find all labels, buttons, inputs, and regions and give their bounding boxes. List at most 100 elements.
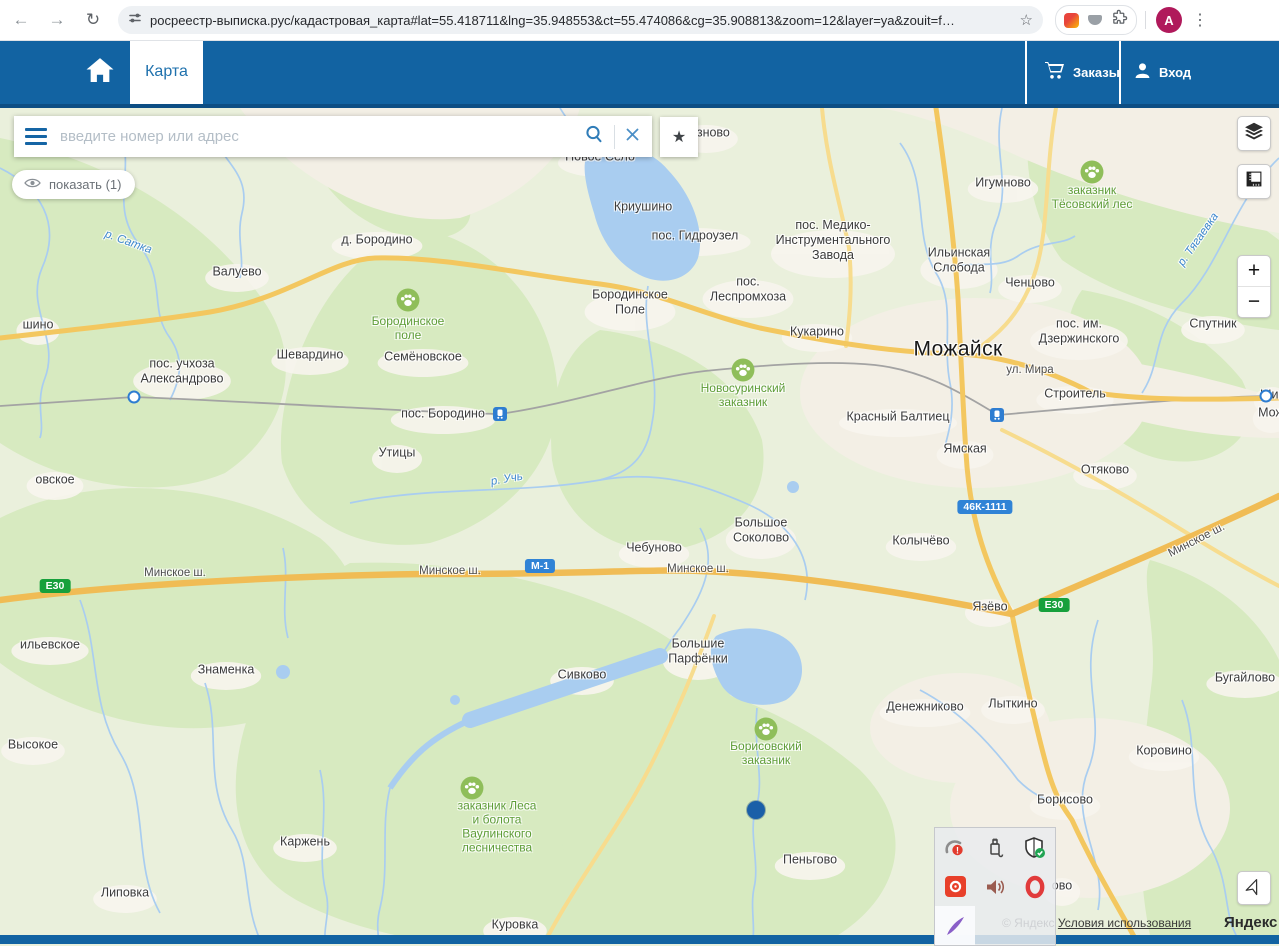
login-button[interactable]: Вход: [1134, 40, 1191, 104]
locate-button[interactable]: [1237, 871, 1271, 905]
header-separator: [1119, 40, 1121, 104]
map-label: ильевское: [20, 638, 80, 653]
search-icon[interactable]: [584, 124, 604, 149]
zoom-in-button[interactable]: +: [1238, 256, 1270, 286]
extensions-puzzle-icon[interactable]: [1111, 9, 1128, 31]
screen-record-icon[interactable]: [935, 867, 975, 906]
map-label: Валуево: [212, 265, 261, 280]
map-label: Ченцово: [1005, 276, 1055, 291]
volume-icon[interactable]: [975, 867, 1015, 906]
site-info-icon[interactable]: [128, 11, 142, 30]
profile-avatar[interactable]: A: [1156, 7, 1182, 33]
nature-reserve-paw-icon: [396, 288, 421, 313]
map-label: Колычёво: [892, 534, 949, 549]
map-label: пос. Леспромхоза: [710, 274, 786, 304]
road-badge: Е30: [1039, 598, 1070, 612]
nature-reserve-paw-icon: [754, 717, 779, 742]
back-button[interactable]: ←: [6, 5, 36, 35]
railway-station-icon: [493, 407, 507, 421]
map-label: р. Сатка: [103, 228, 154, 258]
map-label: пос. Бородино: [401, 407, 485, 422]
map-label: Пеньгово: [783, 853, 837, 868]
svg-text:!: !: [956, 845, 959, 855]
map-label: Сивково: [558, 668, 607, 683]
device-alert-icon[interactable]: !: [935, 828, 975, 867]
map-label: Липовка: [101, 886, 149, 901]
map-label: Спутник: [1189, 317, 1236, 332]
map-label: Шевардино: [277, 348, 344, 363]
map-label: Ильинская Слобода: [928, 245, 990, 275]
url-text[interactable]: росреестр-выписка.рус/кадастровая_карта#…: [150, 13, 1014, 28]
favorites-button[interactable]: ★: [660, 117, 698, 157]
railway-station-icon: [990, 408, 1004, 422]
measure-button[interactable]: [1237, 164, 1271, 199]
reload-button[interactable]: ↻: [78, 5, 108, 35]
shield-check-icon[interactable]: [1015, 828, 1055, 867]
map-label: Борисово: [1037, 793, 1093, 808]
map-label: Можайск: [913, 338, 1002, 363]
road-badge: Е30: [40, 579, 71, 593]
map-label: Семёновское: [384, 350, 462, 365]
feather-highlighter-icon[interactable]: [935, 906, 975, 945]
orders-label: Заказы: [1073, 65, 1120, 80]
login-label: Вход: [1159, 65, 1191, 80]
map-label: пос. Гидроузел: [652, 229, 739, 244]
map-label: заказник Леса и болота Ваулинского лесни…: [458, 799, 537, 856]
map-layers-icon: [1243, 120, 1265, 147]
browser-toolbar: ← → ↻ росреестр-выписка.рус/кадастровая_…: [0, 0, 1279, 41]
header-separator: [1025, 40, 1027, 104]
cart-icon: [1044, 61, 1065, 83]
forward-button[interactable]: →: [42, 5, 72, 35]
map-label: Большое Соколово: [733, 515, 789, 545]
map-label: Игумново: [975, 176, 1031, 191]
eye-icon: [24, 177, 41, 192]
menu-button[interactable]: [14, 116, 58, 157]
map-label: Минское ш.: [419, 565, 481, 579]
system-tray-popup: !: [934, 827, 1056, 946]
map-canvas[interactable]: РазновоНовое СелоКриушинопос. Гидроузелп…: [0, 108, 1279, 944]
nature-reserve-paw-icon: [1080, 160, 1105, 185]
layers-button[interactable]: [1237, 116, 1271, 151]
home-button[interactable]: [72, 40, 128, 104]
opera-icon[interactable]: [1015, 867, 1055, 906]
address-bar[interactable]: росреестр-выписка.рус/кадастровая_карта#…: [118, 6, 1043, 34]
map-label: Красный Балтиец: [846, 410, 949, 425]
map-label: Куровка: [492, 918, 539, 933]
map-label: Минское ш.: [667, 563, 729, 577]
search-bar: [14, 116, 652, 157]
orders-button[interactable]: Заказы: [1044, 40, 1120, 104]
extension-colorful-icon[interactable]: [1064, 13, 1079, 28]
usb-icon[interactable]: [975, 828, 1015, 867]
map-label: Денежниково: [886, 700, 963, 715]
map-label: овское: [35, 473, 74, 488]
browser-menu-icon[interactable]: ⋮: [1192, 10, 1208, 30]
map-label: пос. им. Дзержинского: [1039, 316, 1120, 346]
railway-halt-icon: [1260, 390, 1273, 403]
map-label: ул. Мира: [1006, 364, 1053, 378]
search-divider: [614, 125, 615, 149]
map-label: Борисовский заказник: [730, 739, 802, 767]
map-label: Отяково: [1081, 463, 1129, 478]
map-label: Ямская: [943, 442, 986, 457]
nature-reserve-paw-icon: [460, 776, 485, 801]
bookmark-star-icon[interactable]: ☆: [1020, 11, 1033, 29]
road-badge: 46К-1111: [957, 500, 1012, 514]
map-label: Коровино: [1136, 744, 1192, 759]
ruler-icon: [1243, 168, 1265, 195]
map-label: р. Учь: [490, 471, 524, 490]
map-label: Минское ш.: [144, 567, 206, 581]
zoom-out-button[interactable]: −: [1238, 287, 1270, 317]
tab-map[interactable]: Карта: [130, 40, 203, 104]
map-label: Чебуново: [626, 541, 682, 556]
map-label: шино: [23, 318, 54, 333]
extension-gray-icon[interactable]: [1088, 15, 1102, 25]
show-button[interactable]: показать (1): [12, 170, 135, 199]
selected-point-marker[interactable]: [747, 801, 765, 819]
map-label: Каржень: [280, 835, 330, 850]
map-label: Утицы: [379, 446, 416, 461]
map-label: д. Бородино: [341, 233, 412, 248]
map-label: пос. учхоза Александрово: [141, 356, 224, 386]
map-label: Бугайлово: [1215, 671, 1275, 686]
search-input[interactable]: [58, 127, 584, 146]
clear-search-icon[interactable]: [625, 127, 640, 147]
